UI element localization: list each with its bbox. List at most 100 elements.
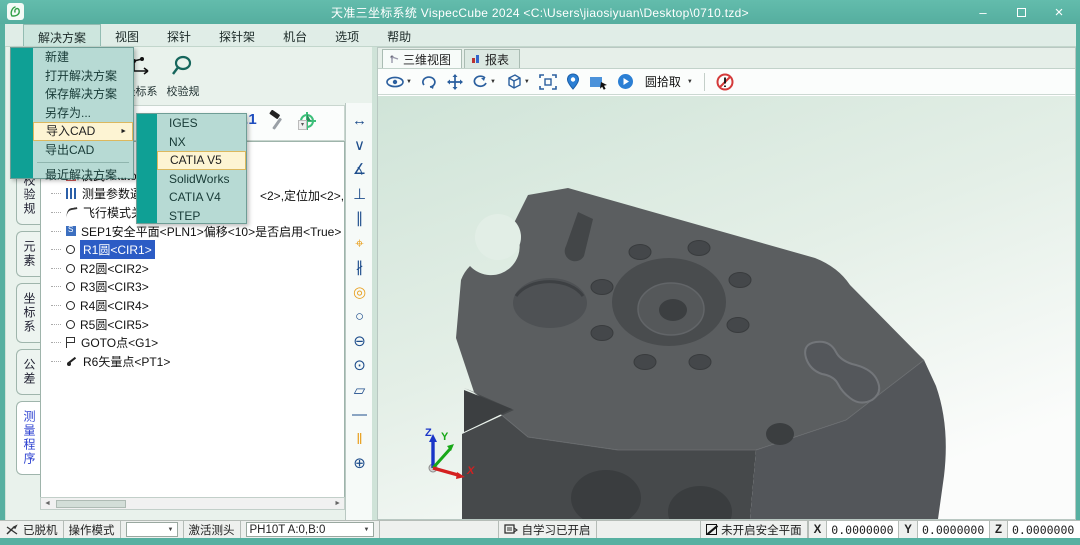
menu-option[interactable]: 打开解决方案 [33, 67, 133, 86]
chevron-down-icon[interactable]: ▼ [687, 79, 693, 85]
goto-icon [66, 337, 76, 348]
safety-warning-button[interactable] [716, 73, 734, 91]
angle-icon[interactable]: ∨ [354, 138, 365, 154]
circle-feature-icon [66, 301, 75, 310]
parallelism-icon[interactable]: ∥ [356, 211, 364, 227]
circle-feature-icon [66, 264, 75, 273]
tree-item[interactable]: R4圆<CIR4> [51, 296, 344, 315]
coord-x-label: X [808, 521, 828, 538]
operation-mode-label: 操作模式 [64, 521, 121, 538]
solution-menu-dropdown: 新建 打开解决方案 保存解决方案 另存为... 导入CAD [10, 47, 134, 179]
sidebar-tab[interactable]: 元素 [16, 231, 41, 277]
tab-3d-view[interactable]: 三维视图 [382, 49, 462, 68]
menu-bar-item[interactable]: 帮助 [373, 24, 425, 46]
3d-viewport[interactable]: Z Y X [378, 96, 1075, 519]
rotate-view-button[interactable] [421, 74, 438, 90]
operation-mode-select[interactable]: ▼ [121, 521, 184, 538]
gauge-check-toolbutton[interactable]: 校验规 [157, 55, 209, 99]
window-title: 天准三坐标系统 VispecCube 2024 <C:\Users\jiaosi… [0, 4, 1080, 21]
menu-option[interactable]: 导入CAD [33, 122, 133, 141]
refresh-view-button[interactable]: ▼ [472, 74, 496, 90]
tree-item[interactable]: R3圆<CIR3> [51, 278, 344, 297]
submenu-option[interactable]: SolidWorks [157, 170, 246, 189]
scroll-left-icon[interactable]: ◄ [44, 500, 51, 507]
minimize-button[interactable]: – [974, 5, 992, 20]
sidebar-tab[interactable]: 测量程序 [16, 401, 41, 475]
submenu-option[interactable]: STEP [157, 207, 246, 226]
concentricity-icon[interactable]: ◎ [353, 285, 366, 301]
menu-option[interactable]: 保存解决方案 [33, 85, 133, 104]
toolbar-overflow-button[interactable]: ▾ [298, 120, 307, 130]
tree-item[interactable]: R6矢量点<PT1> [51, 352, 344, 371]
menu-bar-item[interactable]: 选项 [321, 24, 373, 46]
distance-icon[interactable]: ↔ [352, 113, 367, 129]
tree-item[interactable]: R5圆<CIR5> [51, 315, 344, 334]
true-position-icon[interactable]: ⊕ [353, 456, 366, 472]
axis-z-label: Z [425, 427, 432, 439]
play-button[interactable] [617, 73, 634, 90]
chevron-down-icon[interactable]: ▼ [524, 79, 530, 85]
submenu-option[interactable]: CATIA V4 [157, 188, 246, 207]
parallel-distance-icon[interactable]: ∦ [356, 260, 364, 276]
submenu-option[interactable]: CATIA V5 [157, 151, 246, 170]
tree-horizontal-scrollbar[interactable]: ◄ ► [40, 497, 345, 510]
submenu-option[interactable]: IGES [157, 114, 246, 133]
tab-report[interactable]: 报表 [464, 49, 520, 68]
visibility-button[interactable]: ▼ [386, 74, 412, 90]
tree-item[interactable]: GOTO点<G1> [51, 333, 344, 352]
menu-bar-item[interactable]: 探针架 [205, 24, 269, 46]
circle-feature-icon [66, 320, 75, 329]
fit-icon [539, 74, 557, 90]
status-bar: 已脱机 操作模式 ▼ 激活测头 PH10T A:0,B:0▼ 自学习已开启 未开… [0, 520, 1080, 538]
straightness-icon[interactable]: — [352, 407, 367, 423]
box-select-button[interactable] [589, 74, 608, 90]
tolerance-toolbar: ↔ ∨ ∡ ⊥ ∥ ⌖ ∦ ◎ ○ ⊖ ⊙ ▱ [345, 103, 373, 520]
view-cube-button[interactable]: ▼ [505, 73, 530, 90]
symmetry-icon[interactable]: ⊖ [353, 334, 366, 350]
select-icon [589, 74, 608, 90]
chevron-down-icon[interactable]: ▼ [406, 79, 412, 85]
scrollbar-thumb[interactable] [56, 500, 126, 508]
submenu-option[interactable]: NX [157, 133, 246, 152]
sidebar-tab[interactable]: 公差 [16, 349, 41, 395]
self-learn-status: 自学习已开启 [498, 521, 597, 538]
active-probe-select[interactable]: PH10T A:0,B:0▼ [241, 521, 380, 538]
menu-bar-item[interactable]: 机台 [269, 24, 321, 46]
menu-bar: 解决方案 视图 探针 探针架 机台 选项 帮助 [5, 24, 1076, 47]
locate-pin-button[interactable] [566, 73, 580, 90]
title-bar: 天准三坐标系统 VispecCube 2024 <C:\Users\jiaosi… [0, 0, 1080, 24]
hammer-icon[interactable] [267, 110, 289, 135]
safety-plane-icon [66, 226, 76, 236]
refresh-icon [472, 74, 489, 90]
position-icon[interactable]: ⌖ [355, 236, 363, 252]
tree-item[interactable]: R1圆<CIR1> [51, 240, 344, 259]
rotate-icon [421, 74, 438, 90]
pan-icon [447, 74, 463, 90]
pin-icon [566, 73, 580, 90]
menu-option[interactable]: 新建 [33, 48, 133, 67]
offline-icon [5, 524, 19, 536]
perpendicularity-icon[interactable]: ⊥ [353, 187, 366, 203]
angle2-icon[interactable]: ∡ [353, 162, 366, 178]
fit-view-button[interactable] [539, 74, 557, 90]
view-tabs: 三维视图 报表 [378, 48, 1075, 69]
runout-icon[interactable]: ⊙ [353, 358, 366, 374]
close-button[interactable]: × [1050, 4, 1068, 21]
menu-bar-item[interactable]: 视图 [101, 24, 153, 46]
flatness-icon[interactable]: ▱ [354, 383, 366, 399]
menu-option[interactable]: 最近解决方案... [33, 166, 133, 185]
toolbar-separator [704, 73, 705, 91]
chevron-down-icon[interactable]: ▼ [490, 79, 496, 85]
menu-bar-item[interactable]: 探针 [153, 24, 205, 46]
tree-item[interactable]: R2圆<CIR2> [51, 259, 344, 278]
menu-option[interactable]: 导出CAD [33, 141, 133, 160]
circle-pick-dropdown[interactable]: 圆拾取 ▼ [643, 73, 693, 90]
circle-icon[interactable]: ○ [355, 309, 364, 325]
sidebar-tab[interactable]: 坐标系 [16, 283, 41, 343]
pan-view-button[interactable] [447, 74, 463, 90]
menu-bar-item[interactable]: 解决方案 [23, 24, 101, 46]
scroll-right-icon[interactable]: ► [334, 500, 341, 507]
maximize-button[interactable] [1012, 5, 1030, 20]
parallel-lines-icon[interactable]: ‖ [356, 432, 362, 448]
menu-option[interactable]: 另存为... [33, 104, 133, 123]
